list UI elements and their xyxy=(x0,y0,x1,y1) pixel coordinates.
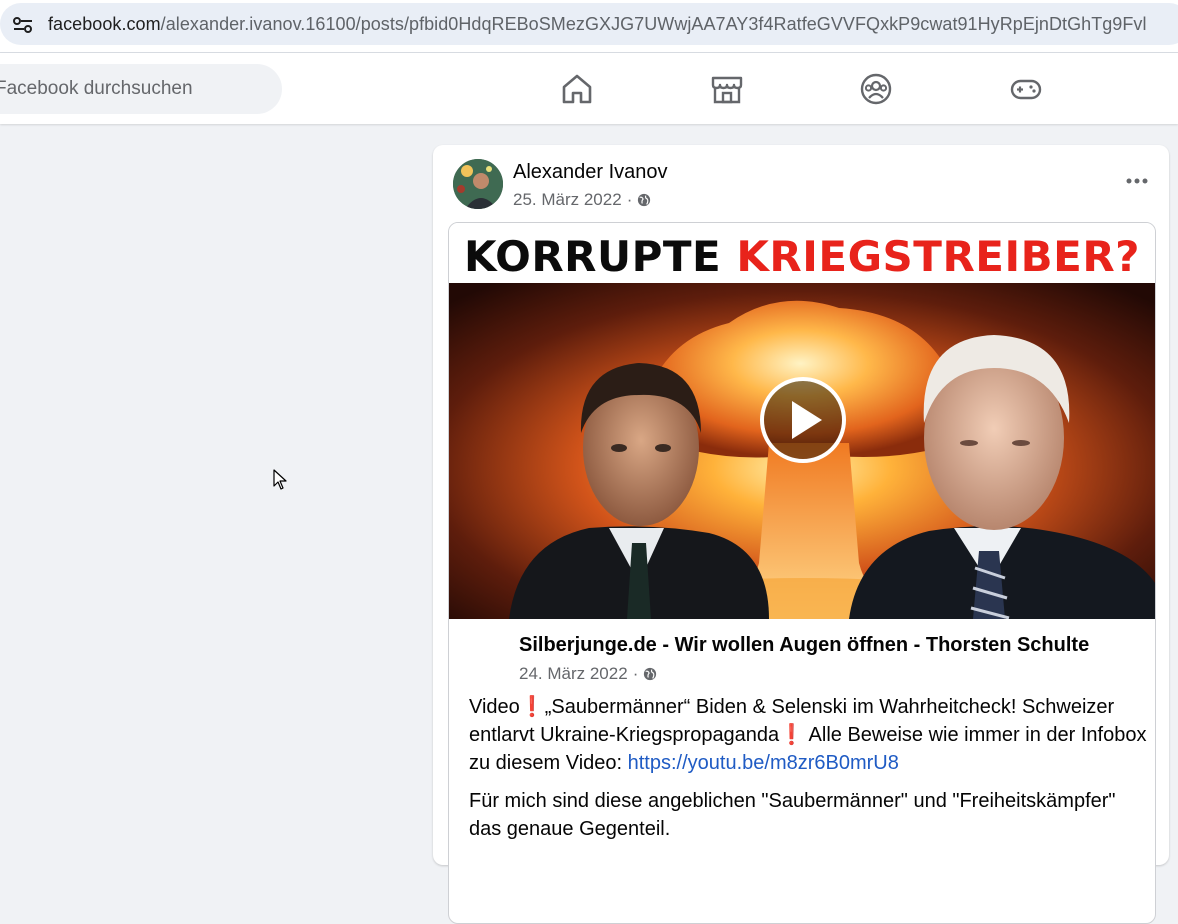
meta-separator: · xyxy=(632,664,639,683)
marketplace-icon[interactable] xyxy=(710,72,744,106)
url-path: /alexander.ivanov.16100/posts/pfbid0HdqR… xyxy=(160,14,1147,34)
site-info-icon[interactable] xyxy=(12,16,34,34)
globe-icon xyxy=(644,667,657,681)
post-author[interactable]: Alexander Ivanov xyxy=(513,161,668,184)
more-options-icon[interactable] xyxy=(1123,167,1151,195)
post-paragraph-1: Video❗„Saubermänner“ Biden & Selenski im… xyxy=(469,693,1149,777)
post-body-text: Video❗„Saubermänner“ Biden & Selenski im… xyxy=(469,693,1149,853)
omnibox[interactable]: facebook.com/alexander.ivanov.16100/post… xyxy=(0,3,1178,45)
search-input[interactable] xyxy=(0,64,282,114)
post-paragraph-2: Für mich sind diese angeblichen "Sauberm… xyxy=(469,790,1116,840)
post-card: Alexander Ivanov 25. März 2022 · KORRUPT… xyxy=(433,145,1169,924)
exclamation-icon: ❗ xyxy=(519,696,545,718)
banner-text-red: KRIEGSTREIBER? xyxy=(736,232,1141,281)
home-icon[interactable] xyxy=(560,72,594,106)
browser-address-bar: facebook.com/alexander.ivanov.16100/post… xyxy=(0,0,1178,53)
banner-text-black: KORRUPTE xyxy=(463,232,722,281)
groups-icon[interactable] xyxy=(859,72,893,106)
post-meta: 25. März 2022 · xyxy=(513,190,651,210)
mouse-cursor-icon xyxy=(273,469,287,490)
shared-post-date[interactable]: 24. März 2022 xyxy=(519,664,628,684)
globe-icon xyxy=(638,193,651,207)
meta-separator: · xyxy=(626,190,633,209)
shared-post: KORRUPTE KRIEGSTREIBER? Silberjunge.de -… xyxy=(448,222,1156,924)
video-banner: KORRUPTE KRIEGSTREIBER? xyxy=(449,223,1155,283)
shared-post-meta: 24. März 2022 · xyxy=(519,664,657,684)
banner-headline: KORRUPTE KRIEGSTREIBER? xyxy=(449,231,1155,283)
url-text[interactable]: facebook.com/alexander.ivanov.16100/post… xyxy=(48,14,1147,35)
url-host: facebook.com xyxy=(48,14,161,34)
exclamation-icon: ❗ xyxy=(779,724,805,746)
gaming-icon[interactable] xyxy=(1009,72,1043,106)
shared-page-name[interactable]: Silberjunge.de - Wir wollen Augen öffnen… xyxy=(519,634,1089,657)
facebook-top-nav xyxy=(0,53,1178,124)
p1-part-a: Video xyxy=(469,696,520,718)
play-button-icon[interactable] xyxy=(758,375,848,465)
post-date[interactable]: 25. März 2022 xyxy=(513,190,622,210)
avatar[interactable] xyxy=(453,159,503,209)
youtube-link[interactable]: https://youtu.be/m8zr6B0mrU8 xyxy=(628,752,899,774)
